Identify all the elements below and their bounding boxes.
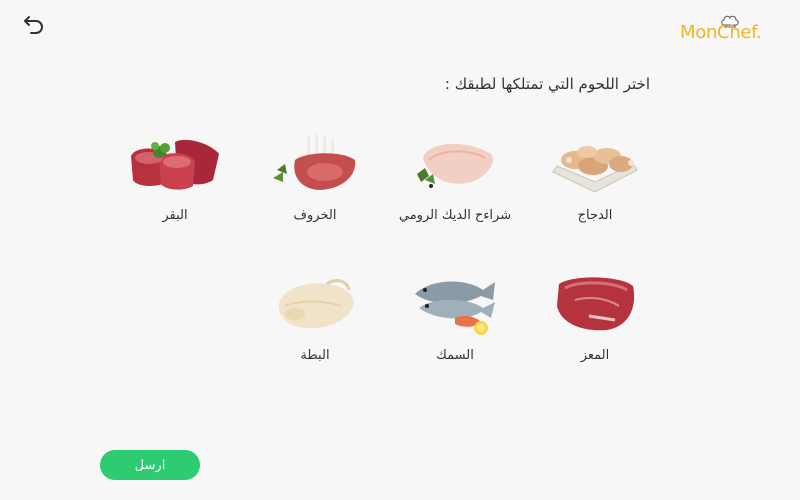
meat-label: السمك [436, 348, 474, 363]
duck-icon [278, 279, 354, 329]
send-button[interactable]: ارسل [100, 450, 200, 480]
meat-option-turkey-breast[interactable]: شراءح الديك الرومي [385, 130, 525, 240]
turkey-breast-icon [417, 143, 493, 188]
undo-arrow-icon [24, 16, 43, 34]
meat-option-lamb[interactable]: الخروف [245, 130, 385, 240]
meat-option-duck[interactable]: البطة [245, 270, 385, 380]
meat-label: شراءح الديك الرومي [398, 208, 512, 223]
beef-cuts-icon [131, 139, 219, 190]
meat-label: المعز [580, 348, 610, 363]
fish-icon [415, 281, 495, 335]
meat-label: البقر [162, 208, 188, 223]
chicken-tray-icon [552, 146, 638, 193]
monchef-logo: MonChef. [680, 14, 772, 48]
meat-label: الدجاج [577, 208, 613, 223]
meat-option-fish[interactable]: السمك [385, 270, 525, 380]
back-button[interactable] [22, 12, 48, 38]
meat-option-chicken[interactable]: الدجاج [525, 130, 665, 240]
goat-meat-icon [557, 277, 635, 331]
meat-label: البطة [300, 348, 330, 363]
meat-option-beef[interactable]: البقر [105, 130, 245, 240]
lamb-rack-icon [273, 134, 356, 190]
logo-text: MonChef. [680, 22, 762, 43]
meat-label: الخروف [293, 208, 337, 223]
page-prompt: اختر اللحوم التي تمتلكها لطبقك : [444, 75, 650, 93]
meat-option-goat[interactable]: المعز [525, 270, 665, 380]
